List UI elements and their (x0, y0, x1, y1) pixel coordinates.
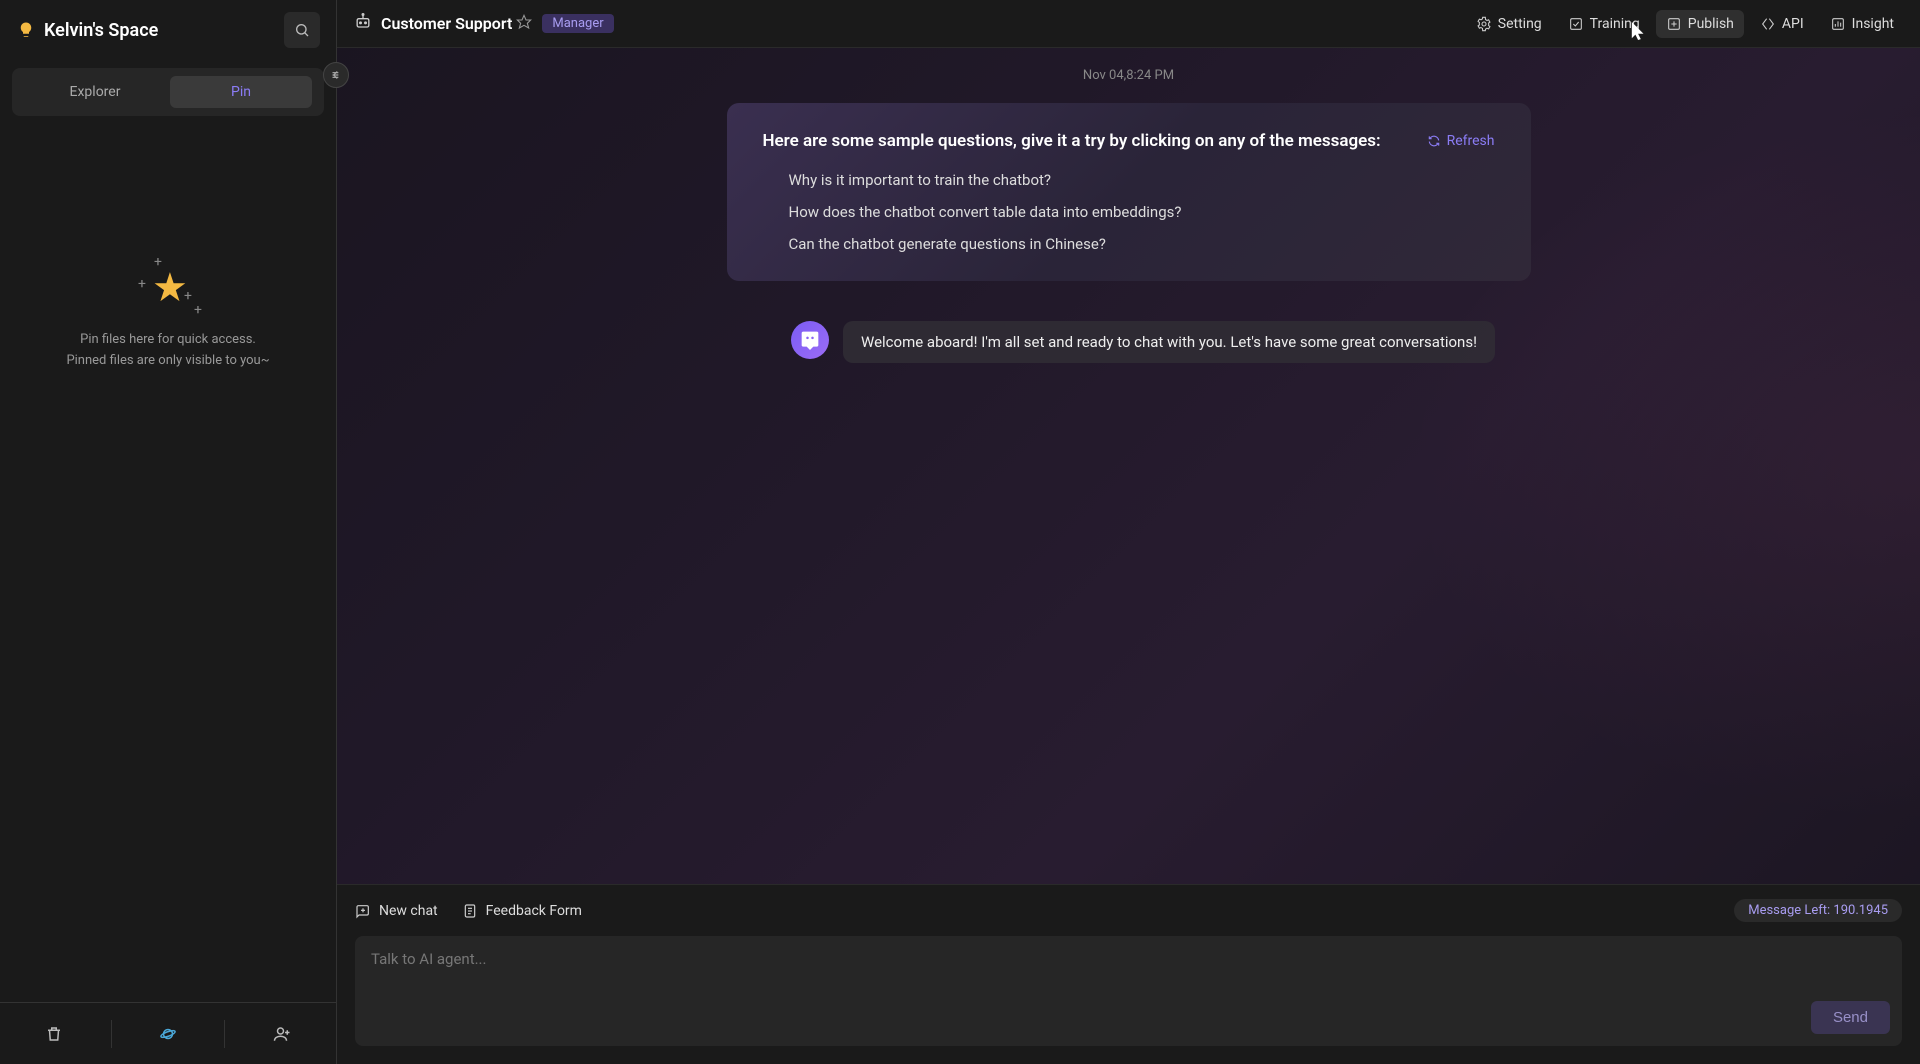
bot-avatar (791, 321, 829, 359)
main-panel: Customer Support Manager Setting Trainin… (337, 0, 1920, 1064)
sample-question[interactable]: Why is it important to train the chatbot… (789, 171, 1495, 189)
divider (111, 1020, 112, 1048)
lightbulb-icon (16, 20, 36, 40)
header-nav: Setting Training Publish API Insight (1466, 10, 1904, 38)
nav-label: Training (1590, 16, 1640, 32)
favorite-star-icon[interactable] (516, 14, 532, 34)
sample-question[interactable]: Can the chatbot generate questions in Ch… (789, 235, 1495, 253)
trash-icon[interactable] (42, 1022, 66, 1046)
sample-questions-card: Here are some sample questions, give it … (727, 103, 1531, 281)
sample-question[interactable]: How does the chatbot convert table data … (789, 203, 1495, 221)
composer-toolbar: New chat Feedback Form Message Left: 190… (355, 899, 1902, 922)
sidebar: Kelvin's Space Explorer Pin + + ★ + + Pi… (0, 0, 337, 1064)
empty-line2: Pinned files are only visible to you~ (66, 351, 269, 372)
nav-insight[interactable]: Insight (1820, 10, 1904, 38)
nav-label: API (1782, 16, 1804, 32)
sidebar-header: Kelvin's Space (0, 0, 336, 60)
agent-name: Customer Support (381, 14, 512, 33)
chat-area: Nov 04,8:24 PM Here are some sample ques… (337, 48, 1920, 884)
refresh-label: Refresh (1447, 133, 1495, 149)
robot-icon (353, 12, 373, 36)
message-row: Welcome aboard! I'm all set and ready to… (337, 321, 1920, 363)
space-title: Kelvin's Space (44, 20, 276, 41)
add-user-icon[interactable] (270, 1022, 294, 1046)
new-chat-button[interactable]: New chat (355, 903, 438, 919)
tab-explorer[interactable]: Explorer (24, 76, 166, 108)
nav-setting[interactable]: Setting (1466, 10, 1552, 38)
tab-pin[interactable]: Pin (170, 76, 312, 108)
planet-icon[interactable] (156, 1022, 180, 1046)
messages-left-badge: Message Left: 190.1945 (1734, 899, 1902, 922)
timestamp: Nov 04,8:24 PM (337, 68, 1920, 83)
nav-api[interactable]: API (1750, 10, 1814, 38)
feedback-button[interactable]: Feedback Form (462, 903, 582, 919)
main-header: Customer Support Manager Setting Trainin… (337, 0, 1920, 48)
collapse-sidebar-button[interactable] (323, 62, 349, 88)
empty-text: Pin files here for quick access. Pinned … (66, 330, 269, 372)
chat-input[interactable] (371, 950, 1886, 1004)
pin-empty-state: + + ★ + + Pin files here for quick acces… (0, 124, 336, 1002)
send-button[interactable]: Send (1811, 1001, 1890, 1034)
new-chat-label: New chat (379, 903, 438, 919)
nav-label: Insight (1852, 16, 1894, 32)
composer: New chat Feedback Form Message Left: 190… (337, 884, 1920, 1064)
nav-label: Publish (1688, 16, 1734, 32)
nav-training[interactable]: Training (1558, 10, 1650, 38)
search-button[interactable] (284, 12, 320, 48)
nav-label: Setting (1498, 16, 1542, 32)
refresh-button[interactable]: Refresh (1427, 133, 1495, 149)
sample-list: Why is it important to train the chatbot… (763, 171, 1495, 253)
input-container: Send (355, 936, 1902, 1046)
sidebar-tabs: Explorer Pin (12, 68, 324, 116)
sidebar-footer (0, 1002, 336, 1064)
bot-message: Welcome aboard! I'm all set and ready to… (843, 321, 1495, 363)
star-icon: + + ★ + + (138, 254, 198, 314)
feedback-label: Feedback Form (486, 903, 582, 919)
sample-title: Here are some sample questions, give it … (763, 131, 1381, 151)
divider (224, 1020, 225, 1048)
empty-line1: Pin files here for quick access. (66, 330, 269, 351)
nav-publish[interactable]: Publish (1656, 10, 1744, 38)
role-badge: Manager (542, 14, 613, 33)
